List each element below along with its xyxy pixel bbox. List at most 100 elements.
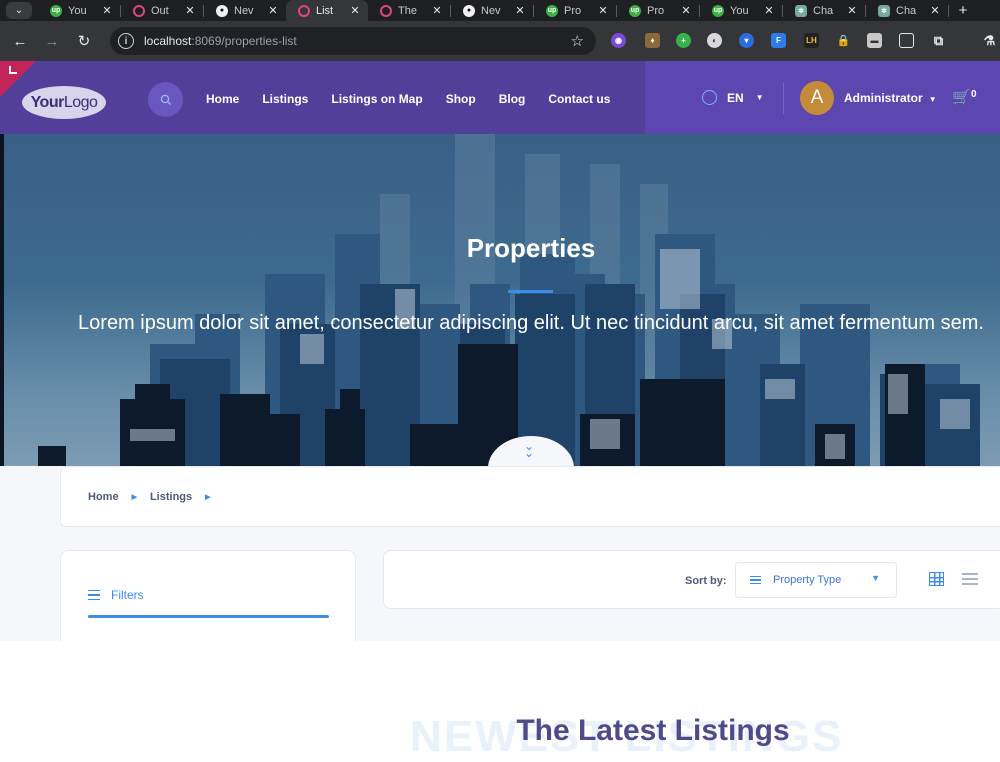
sidepanel-icon[interactable] [899,33,914,48]
list-view-icon[interactable] [962,573,978,585]
menu-listings[interactable]: Listings [262,92,308,106]
browser-toolbar: ← → ↻ i localhost:8069/properties-list ☆… [0,21,1000,61]
caret-down-icon: ▼ [928,95,937,104]
browser-tab[interactable]: ✲ Cha ✕ [866,0,948,21]
extension-icon[interactable]: ♦ [645,33,660,48]
browser-tab[interactable]: ● Nev ✕ [204,0,286,21]
filters-toggle[interactable]: Filters [88,588,144,602]
main-menu: Home Listings Listings on Map Shop Blog … [206,92,633,106]
lock-extension-icon[interactable]: 🔒 [836,33,851,48]
breadcrumb-home[interactable]: Home [88,491,119,503]
close-icon[interactable]: ✕ [845,4,859,17]
menu-home[interactable]: Home [206,92,239,106]
extension-icon[interactable]: ◐ [707,33,722,48]
menu-blog[interactable]: Blog [499,92,526,106]
menu-shop[interactable]: Shop [446,92,476,106]
chatgpt-icon: ✲ [878,4,890,17]
search-button[interactable] [148,82,183,117]
chevrons-down-icon[interactable]: ⌄ ⌄ [524,440,534,459]
list-lines-icon [750,576,761,584]
breadcrumb: Home ▶ Listings ▶ [60,466,1000,527]
close-icon[interactable]: ✕ [596,4,610,17]
chatgpt-icon: ✲ [795,4,807,17]
url-text: localhost:8069/properties-list [144,34,297,48]
filters-panel: Filters [60,550,356,641]
caret-down-icon: ▼ [755,93,764,102]
page-title: Properties [466,233,596,263]
address-bar[interactable]: i localhost:8069/properties-list ☆ [110,27,596,55]
browser-tab[interactable]: up You ✕ [700,0,782,21]
breadcrumb-listings[interactable]: Listings [150,491,192,503]
title-underline [508,290,553,293]
browser-tab[interactable]: up You ✕ [38,0,120,21]
extension-icon[interactable]: ▬ [867,33,882,48]
new-tab-icon[interactable]: + [953,2,973,19]
browser-tab[interactable]: ● Nev ✕ [451,0,533,21]
search-icon [160,94,171,105]
tab-strip: ⌄ up You ✕ Out ✕ ● Nev ✕ List ✕ The ✕ ● Nev ✕ up P… [0,0,1000,21]
sort-toolbar: Sort by: Property Type ▼ [383,550,1000,609]
odoo-icon [133,4,145,17]
globe-icon [702,90,717,105]
close-icon[interactable]: ✕ [513,4,527,17]
avatar[interactable]: A [800,81,834,115]
language-selector[interactable]: EN ▼ [702,90,764,105]
city-skyline-illustration [38,134,980,466]
close-icon[interactable]: ✕ [762,4,776,17]
extension-icon[interactable]: LH [804,33,819,48]
hero-subtitle: Lorem ipsum dolor sit amet, consectetur … [78,312,984,334]
odoo-icon [380,4,392,17]
extension-icon[interactable]: ▾ [739,33,754,48]
cart-icon[interactable]: 🛒 [952,88,971,106]
extension-icon[interactable]: F [771,33,786,48]
grid-view-icon[interactable] [929,572,944,586]
close-icon[interactable]: ✕ [266,4,280,17]
menu-listings-on-map[interactable]: Listings on Map [331,92,422,106]
upwork-icon: up [546,4,558,17]
upwork-icon: up [629,4,641,17]
browser-tab[interactable]: The ✕ [368,0,450,21]
odoo-icon [298,4,310,17]
filters-underline [88,615,329,618]
close-icon[interactable]: ✕ [679,4,693,17]
tab-search-button[interactable]: ⌄ [6,2,32,19]
lab-flask-icon[interactable]: ⚗ [982,33,997,48]
forward-icon[interactable]: → [40,33,64,50]
browser-tab[interactable]: ✲ Cha ✕ [783,0,865,21]
browser-tab[interactable]: up Pro ✕ [617,0,699,21]
hero-banner [0,134,1000,466]
extension-icon[interactable]: + [676,33,691,48]
upwork-icon: up [50,4,62,17]
hero-edge [0,134,4,466]
bookmark-star-icon[interactable]: ☆ [571,32,584,50]
reload-icon[interactable]: ↻ [72,32,96,50]
upwork-icon: up [712,4,724,17]
github-icon: ● [216,4,228,17]
close-icon[interactable]: ✕ [183,4,197,17]
close-icon[interactable]: ✕ [348,4,362,17]
site-logo[interactable]: Your Logo [22,86,106,119]
close-icon[interactable]: ✕ [928,4,942,17]
browser-tab[interactable]: up Pro ✕ [534,0,616,21]
close-icon[interactable]: ✕ [430,4,444,17]
close-icon[interactable]: ✕ [100,4,114,17]
extension-icon[interactable]: ◉ [611,33,626,48]
header-divider [783,82,784,114]
corner-arrow-icon [9,66,17,74]
caret-right-icon: ▶ [131,493,137,501]
menu-contact-us[interactable]: Contact us [548,92,610,106]
site-info-icon[interactable]: i [118,33,134,49]
caret-right-icon: ▶ [205,493,211,501]
chevron-down-icon: ▼ [871,573,880,583]
sort-label: Sort by: [685,575,727,587]
browser-window: ⌄ up You ✕ Out ✕ ● Nev ✕ List ✕ The ✕ ● Nev ✕ up P… [0,0,1000,641]
browser-tab[interactable]: Out ✕ [121,0,203,21]
browser-tab-active[interactable]: List ✕ [286,0,368,21]
github-icon: ● [463,4,475,17]
user-menu[interactable]: Administrator ▼ [844,91,937,105]
sort-select[interactable]: Property Type ▼ [735,562,897,598]
section-title: The Latest Listings [516,714,790,747]
back-icon[interactable]: ← [8,33,32,50]
extensions-puzzle-icon[interactable]: ⧉ [931,33,946,48]
sliders-icon [88,590,100,600]
